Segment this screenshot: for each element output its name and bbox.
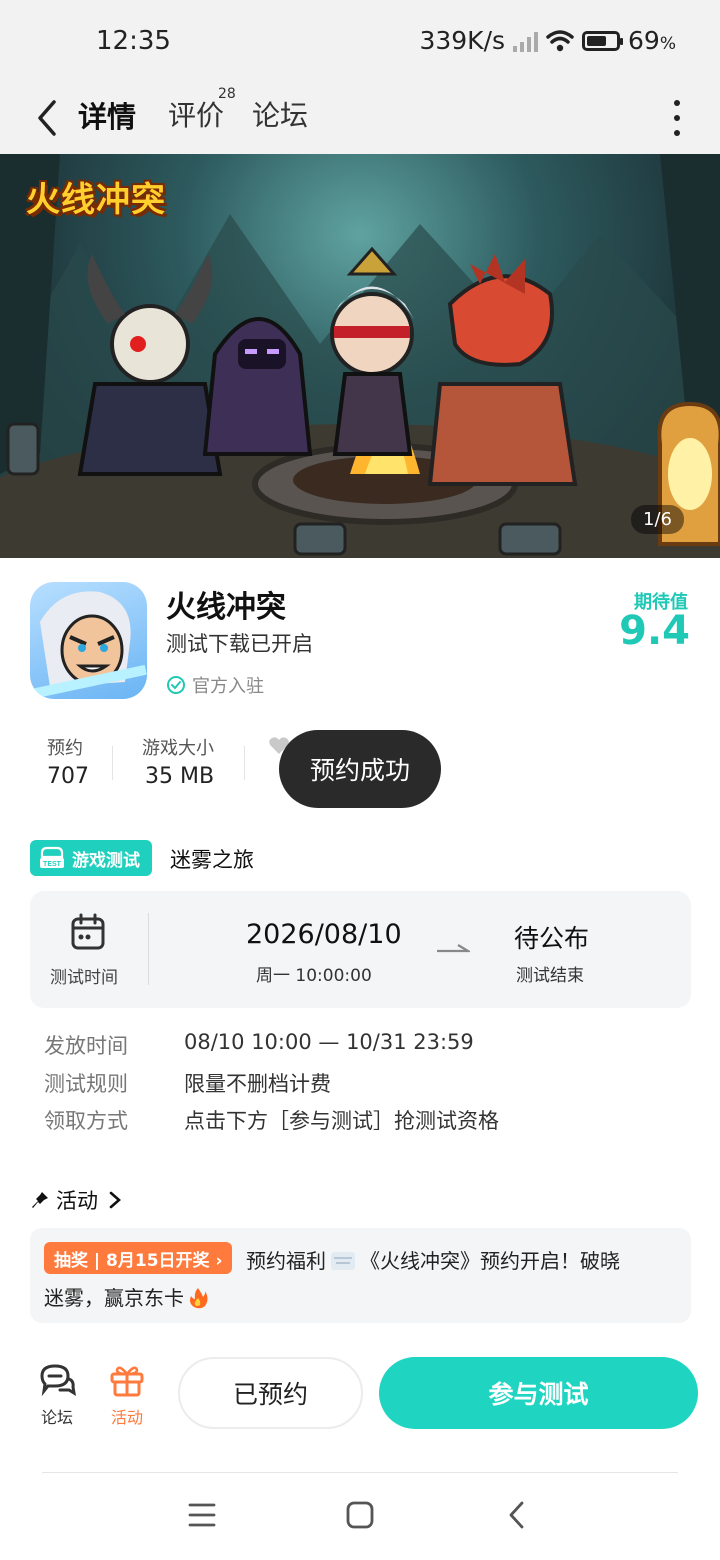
info-value: 限量不删档计费 — [184, 1072, 331, 1096]
join-test-button[interactable]: 参与测试 — [379, 1357, 698, 1429]
test-icon: TEST — [40, 846, 64, 868]
battery-icon — [582, 30, 624, 51]
info-value: 点击下方［参与测试］抢测试资格 — [184, 1109, 499, 1133]
fog-icon — [331, 1252, 355, 1270]
game-test-badge: TEST 游戏测试 — [30, 840, 152, 876]
stat-reservations-label: 预约 — [47, 738, 83, 759]
stat-size-label: 游戏大小 — [142, 738, 214, 759]
tab-review-label: 评价 — [168, 99, 225, 132]
network-speed: 339K/s — [419, 26, 506, 55]
bottom-forum-button[interactable]: 论坛 — [27, 1362, 87, 1428]
info-label: 测试规则 — [44, 1072, 128, 1096]
info-label: 发放时间 — [44, 1034, 128, 1058]
back-arrow-icon[interactable] — [30, 94, 70, 142]
stat-divider — [112, 746, 113, 780]
test-name: 迷雾之旅 — [170, 848, 254, 872]
arrow-right-icon — [437, 944, 470, 953]
info-row-release: 发放时间 08/10 10:00 — 10/31 23:59 — [44, 1030, 474, 1060]
test-start-date: 2026/08/10 — [246, 919, 402, 950]
gift-icon — [110, 1366, 144, 1397]
info-row-rules: 测试规则 限量不删档计费 — [44, 1068, 331, 1098]
expectation-score: 9.4 — [619, 608, 690, 654]
top-nav: 详情 评价 28 论坛 — [0, 82, 720, 154]
test-end-title: 待公布 — [514, 924, 590, 953]
bottom-forum-label: 论坛 — [40, 1408, 73, 1427]
forum-icon — [40, 1364, 76, 1397]
card-divider — [148, 913, 149, 985]
activity-text-c: 迷雾，赢京东卡 — [44, 1286, 184, 1310]
activity-text-a: 预约福利 — [246, 1249, 326, 1273]
activity-card[interactable]: 抽奖 | 8月15日开奖 › 预约福利 《火线冲突》预约开启！破晓 迷雾，赢京东… — [30, 1228, 691, 1323]
battery-percent: 69% — [628, 26, 676, 55]
activity-text-b: 《火线冲突》预约开启！破晓 — [360, 1249, 620, 1273]
system-divider — [42, 1472, 678, 1473]
status-time: 12:35 — [96, 26, 171, 56]
info-label: 领取方式 — [44, 1109, 128, 1133]
test-start-time: 周一 10:00:00 — [256, 966, 372, 986]
info-value: 08/10 10:00 — 10/31 23:59 — [184, 1030, 474, 1054]
chevron-right-icon — [109, 1191, 121, 1209]
app-subtitle: 测试下载已开启 — [166, 632, 313, 656]
tab-forum[interactable]: 论坛 — [252, 94, 308, 134]
tab-detail-label: 详情 — [78, 100, 137, 134]
game-test-badge-label: 游戏测试 — [72, 850, 140, 871]
calendar-icon — [71, 913, 105, 950]
app-name: 火线冲突 — [166, 590, 286, 625]
svg-text:TEST: TEST — [43, 861, 62, 868]
stat-reservations-value: 707 — [47, 764, 89, 789]
hero-banner[interactable]: 火线冲突 1/6 — [0, 154, 720, 558]
review-count-badge: 28 — [218, 86, 236, 102]
system-back-icon[interactable] — [506, 1500, 530, 1534]
pin-icon — [32, 1192, 48, 1208]
bottom-activity-label: 活动 — [110, 1408, 143, 1427]
test-schedule-card: 测试时间 2026/08/10 周一 10:00:00 待公布 测试结束 — [30, 891, 691, 1008]
recent-apps-icon[interactable] — [188, 1500, 216, 1534]
test-time-label: 测试时间 — [50, 968, 118, 988]
fire-icon — [190, 1288, 208, 1309]
activity-heading: 活动 — [56, 1189, 98, 1213]
tab-forum-label: 论坛 — [252, 99, 309, 132]
more-options-icon[interactable] — [672, 98, 682, 138]
lottery-tag[interactable]: 抽奖 | 8月15日开奖 › — [44, 1242, 233, 1274]
home-icon[interactable] — [346, 1500, 374, 1534]
tab-detail[interactable]: 详情 — [76, 94, 139, 136]
test-end-label: 测试结束 — [516, 966, 584, 986]
system-nav-bar — [0, 1490, 720, 1546]
activity-section-header[interactable]: 活动 — [30, 1185, 122, 1215]
banner-game-logo: 火线冲突 — [26, 180, 166, 220]
banner-page-counter: 1/6 — [631, 505, 684, 534]
check-circle-icon — [167, 676, 185, 694]
official-label: 官方入驻 — [192, 676, 264, 697]
status-indicators: 339K/s 69% — [419, 26, 676, 55]
stat-size-value: 35 MB — [145, 764, 215, 789]
info-row-method: 领取方式 点击下方［参与测试］抢测试资格 — [44, 1105, 499, 1135]
bottom-activity-button[interactable]: 活动 — [97, 1362, 157, 1428]
activity-text-line2: 迷雾，赢京东卡 — [44, 1282, 208, 1311]
signal-icon — [513, 30, 539, 52]
wifi-icon — [546, 29, 574, 51]
stat-divider — [244, 746, 245, 780]
tab-review[interactable]: 评价 28 — [168, 86, 236, 134]
activity-text-line1: 预约福利 《火线冲突》预约开启！破晓 — [246, 1245, 620, 1274]
reserved-button[interactable]: 已预约 — [178, 1357, 363, 1429]
toast-message: 预约成功 — [279, 730, 441, 808]
app-icon — [30, 582, 147, 699]
official-badge: 官方入驻 — [166, 672, 264, 698]
status-bar: 12:35 339K/s 69% — [0, 0, 720, 82]
